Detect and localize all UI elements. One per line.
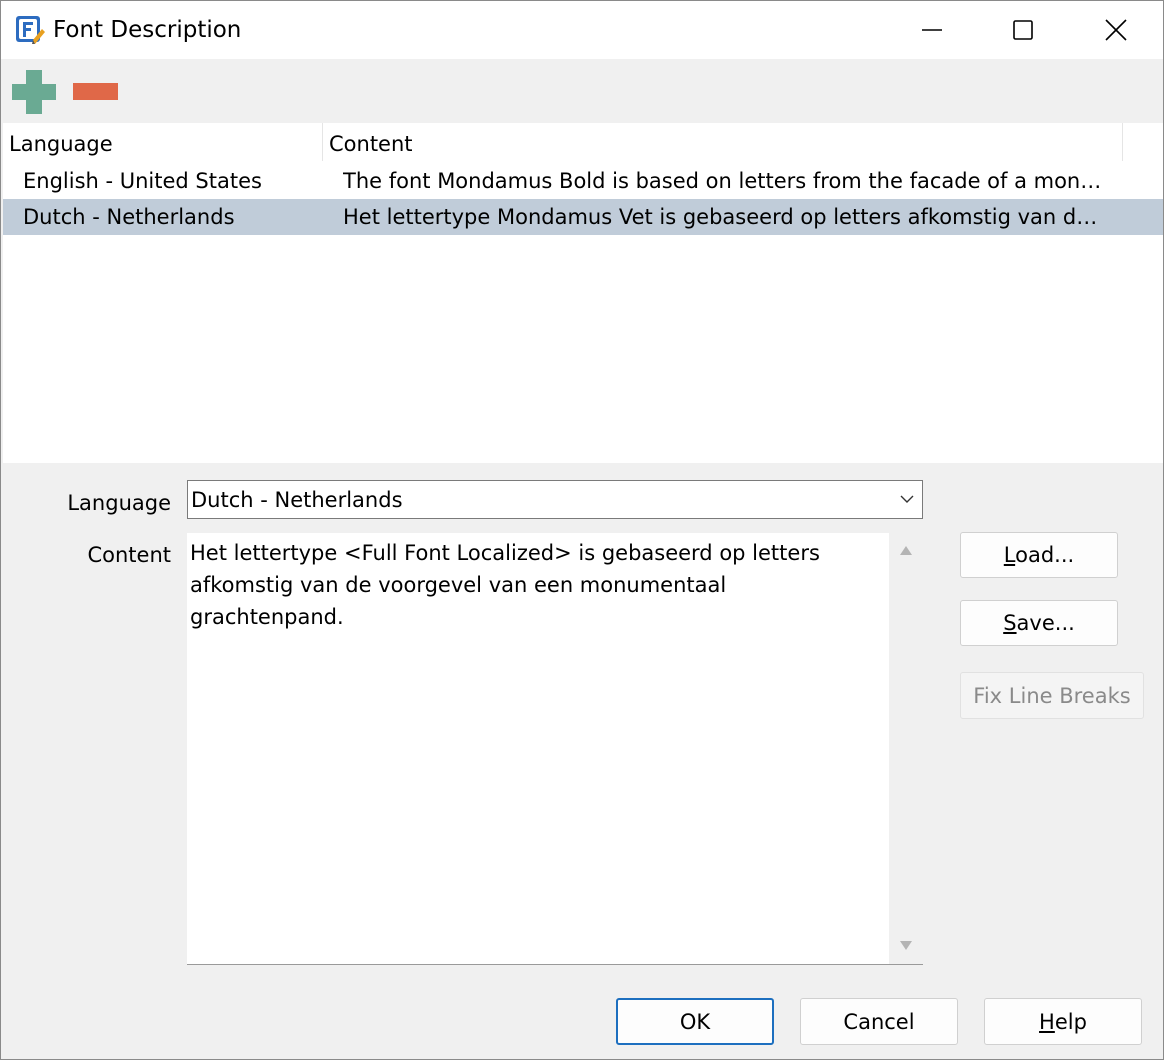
language-list[interactable]: Language Content English - United States…: [3, 123, 1163, 463]
plus-icon: [12, 70, 56, 114]
window-title: Font Description: [53, 17, 242, 43]
remove-language-button[interactable]: [73, 83, 118, 100]
list-row[interactable]: English - United States The font Mondamu…: [3, 163, 1163, 199]
toolbar: [1, 59, 1163, 123]
minimize-button[interactable]: [886, 1, 978, 59]
list-row-selected[interactable]: Dutch - Netherlands Het lettertype Monda…: [3, 199, 1163, 235]
help-button-label: Help: [1039, 1009, 1087, 1034]
content-text: Het lettertype <Full Font Localized> is …: [190, 541, 820, 629]
language-select-value: Dutch - Netherlands: [191, 488, 403, 512]
column-header-content[interactable]: Content: [323, 123, 1123, 161]
title-bar: Font Description: [1, 1, 1163, 59]
chevron-down-icon: [900, 495, 914, 503]
language-label: Language: [67, 491, 171, 515]
load-button-label: Load...: [1003, 543, 1075, 567]
row-content: The font Mondamus Bold is based on lette…: [343, 169, 1102, 193]
row-language: English - United States: [23, 169, 262, 193]
cancel-button[interactable]: Cancel: [800, 998, 958, 1045]
close-button[interactable]: [1070, 1, 1162, 59]
ok-button[interactable]: OK: [616, 998, 774, 1045]
maximize-button[interactable]: [977, 1, 1069, 59]
add-language-button[interactable]: [12, 70, 56, 114]
row-language: Dutch - Netherlands: [23, 205, 235, 229]
content-scrollbar[interactable]: [889, 533, 923, 964]
minus-icon: [73, 83, 118, 100]
content-textarea[interactable]: Het lettertype <Full Font Localized> is …: [187, 533, 923, 965]
help-button[interactable]: Help: [984, 998, 1142, 1045]
font-description-dialog: Font Description Language Content Englis…: [0, 0, 1164, 1060]
app-icon: [16, 16, 45, 44]
column-header-language[interactable]: Language: [3, 123, 323, 161]
scroll-down-arrow-icon[interactable]: [900, 941, 912, 950]
list-header: Language Content: [3, 123, 1163, 161]
language-select[interactable]: Dutch - Netherlands: [187, 480, 923, 519]
fix-line-breaks-button[interactable]: Fix Line Breaks: [960, 672, 1144, 719]
content-label: Content: [87, 543, 171, 567]
close-icon: [1105, 19, 1127, 41]
scroll-up-arrow-icon[interactable]: [900, 546, 912, 555]
save-button-label: Save...: [1003, 611, 1075, 635]
save-button[interactable]: Save...: [960, 600, 1118, 646]
minimize-icon: [922, 29, 942, 31]
maximize-icon: [1013, 20, 1033, 40]
load-button[interactable]: Load...: [960, 532, 1118, 578]
row-content: Het lettertype Mondamus Vet is gebaseerd…: [343, 205, 1098, 229]
